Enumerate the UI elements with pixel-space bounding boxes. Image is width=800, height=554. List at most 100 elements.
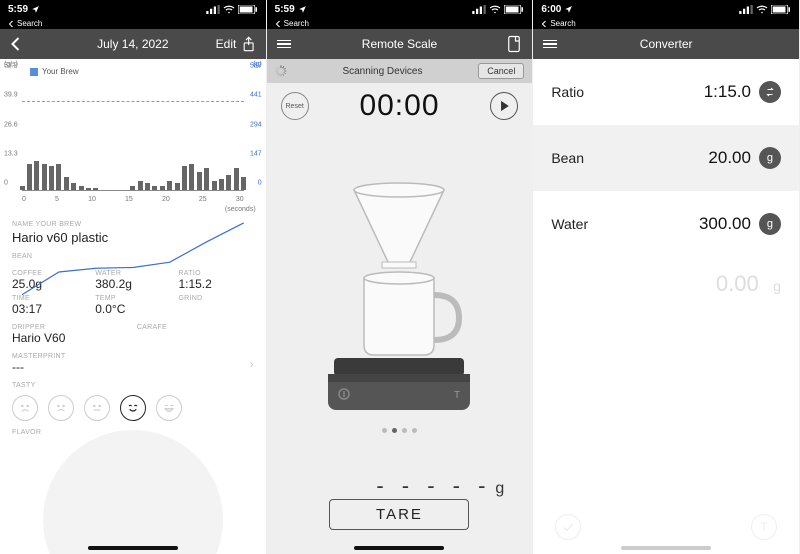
nav-header: Converter xyxy=(533,29,799,59)
status-time: 6:00 xyxy=(541,4,561,15)
water-value: 300.00 xyxy=(699,214,751,234)
play-icon xyxy=(499,100,510,112)
chevron-right-icon: › xyxy=(250,357,254,371)
temp-value: 0.0°C xyxy=(95,302,170,316)
screen-converter: 6:00 Search Converter Ratio 1:15.0 Be xyxy=(533,0,800,554)
confirm-button[interactable] xyxy=(555,514,581,540)
face-5[interactable] xyxy=(156,395,182,421)
home-indicator[interactable] xyxy=(354,546,444,550)
chevron-left-icon xyxy=(275,20,281,28)
ytick-left: 13.3 xyxy=(4,150,18,157)
location-icon xyxy=(564,5,573,14)
home-indicator[interactable] xyxy=(88,546,178,550)
location-icon xyxy=(298,5,307,14)
tare-shortcut[interactable]: T xyxy=(751,514,777,540)
scanning-bar: Scanning Devices Cancel xyxy=(267,59,533,83)
check-icon xyxy=(562,521,575,534)
ytick-right: 294 xyxy=(250,121,262,128)
svg-text:T: T xyxy=(454,390,460,401)
nav-header: July 14, 2022 Edit xyxy=(0,29,266,59)
water-label: Water xyxy=(551,216,588,232)
wifi-icon xyxy=(756,5,768,14)
status-time: 5:59 xyxy=(8,4,28,15)
masterprint-row[interactable]: MASTERPRINT --- › xyxy=(12,353,254,374)
page-title: Converter xyxy=(583,37,749,51)
water-unit[interactable]: g xyxy=(759,213,781,235)
face-1[interactable] xyxy=(12,395,38,421)
signal-icon xyxy=(206,5,220,14)
status-bar: 6:00 xyxy=(533,0,799,18)
menu-button[interactable] xyxy=(543,40,583,49)
nav-header: Remote Scale xyxy=(267,29,533,59)
signal-icon xyxy=(472,5,486,14)
face-2[interactable] xyxy=(48,395,74,421)
ytick-right: 0 xyxy=(258,180,262,187)
timer-display: 00:00 xyxy=(359,89,439,123)
status-right xyxy=(206,5,258,14)
status-bar: 5:59 xyxy=(267,0,533,18)
home-indicator[interactable] xyxy=(621,546,711,550)
battery-icon xyxy=(238,5,258,14)
breadcrumb-label: Search xyxy=(550,19,575,28)
bean-row[interactable]: Bean 20.00 g xyxy=(533,125,799,191)
breadcrumb-label: Search xyxy=(17,19,42,28)
battery-icon xyxy=(504,5,524,14)
bean-unit[interactable]: g xyxy=(759,147,781,169)
time-value: 03:17 xyxy=(12,302,87,316)
screen-brew-detail: 5:59 Search July 14, 2022 Edit (g/s) (g)… xyxy=(0,0,267,554)
breadcrumb-label: Search xyxy=(284,19,309,28)
tare-button[interactable]: TARE xyxy=(329,499,469,530)
x-axis-label: (seconds) xyxy=(225,206,256,213)
tasty-label: TASTY xyxy=(12,382,254,389)
ytick-right: 147 xyxy=(250,150,262,157)
wifi-icon xyxy=(223,5,235,14)
ratio-row[interactable]: Ratio 1:15.0 xyxy=(533,59,799,125)
face-4-selected[interactable] xyxy=(120,395,146,421)
share-icon[interactable] xyxy=(242,36,255,52)
screen-remote-scale: 5:59 Search Remote Scale Scanning Device… xyxy=(267,0,534,554)
status-right xyxy=(472,5,524,14)
ytick-left: 26.6 xyxy=(4,121,18,128)
status-breadcrumb[interactable]: Search xyxy=(0,18,266,29)
menu-button[interactable] xyxy=(277,40,317,49)
spinner-icon xyxy=(275,65,287,77)
status-breadcrumb[interactable]: Search xyxy=(267,18,533,29)
status-bar: 5:59 xyxy=(0,0,266,18)
swap-icon[interactable] xyxy=(759,81,781,103)
chevron-left-icon xyxy=(10,36,21,52)
back-button[interactable] xyxy=(10,36,50,52)
signal-icon xyxy=(739,5,753,14)
ytick-left: 39.9 xyxy=(4,92,18,99)
bean-label: Bean xyxy=(551,150,584,166)
status-time: 5:59 xyxy=(275,4,295,15)
battery-icon xyxy=(771,5,791,14)
ytick-left: 53.2 xyxy=(4,63,18,70)
face-3[interactable] xyxy=(84,395,110,421)
cancel-button[interactable]: Cancel xyxy=(478,63,524,79)
hamburger-icon xyxy=(277,40,291,49)
scale-button[interactable] xyxy=(482,35,522,53)
reset-button[interactable]: Reset xyxy=(281,92,309,120)
scale-illustration: T xyxy=(267,129,533,473)
ratio-label: Ratio xyxy=(551,84,584,100)
play-button[interactable] xyxy=(490,92,518,120)
page-title: Remote Scale xyxy=(317,37,483,51)
xticks: 0 5 10 15 20 25 30 xyxy=(22,196,244,203)
masterprint-value: --- xyxy=(12,360,65,374)
page-dots[interactable] xyxy=(382,428,417,433)
status-breadcrumb[interactable]: Search xyxy=(533,18,799,29)
chart-line xyxy=(22,73,244,295)
location-icon xyxy=(31,5,40,14)
extra-readout: 0.00 g xyxy=(533,257,799,297)
scale-icon xyxy=(506,35,522,53)
flavor-wheel[interactable] xyxy=(43,430,223,554)
hamburger-icon xyxy=(543,40,557,49)
ytick-right: 587 xyxy=(250,63,262,70)
chevron-left-icon xyxy=(8,20,14,28)
wifi-icon xyxy=(489,5,501,14)
bean-value: 20.00 xyxy=(708,148,751,168)
edit-button[interactable]: Edit xyxy=(216,37,237,51)
scanning-label: Scanning Devices xyxy=(287,66,479,77)
brew-chart: (g/s) (g) Your Brew 0 13.3 26.6 39.9 53.… xyxy=(0,59,266,209)
water-row[interactable]: Water 300.00 g xyxy=(533,191,799,257)
